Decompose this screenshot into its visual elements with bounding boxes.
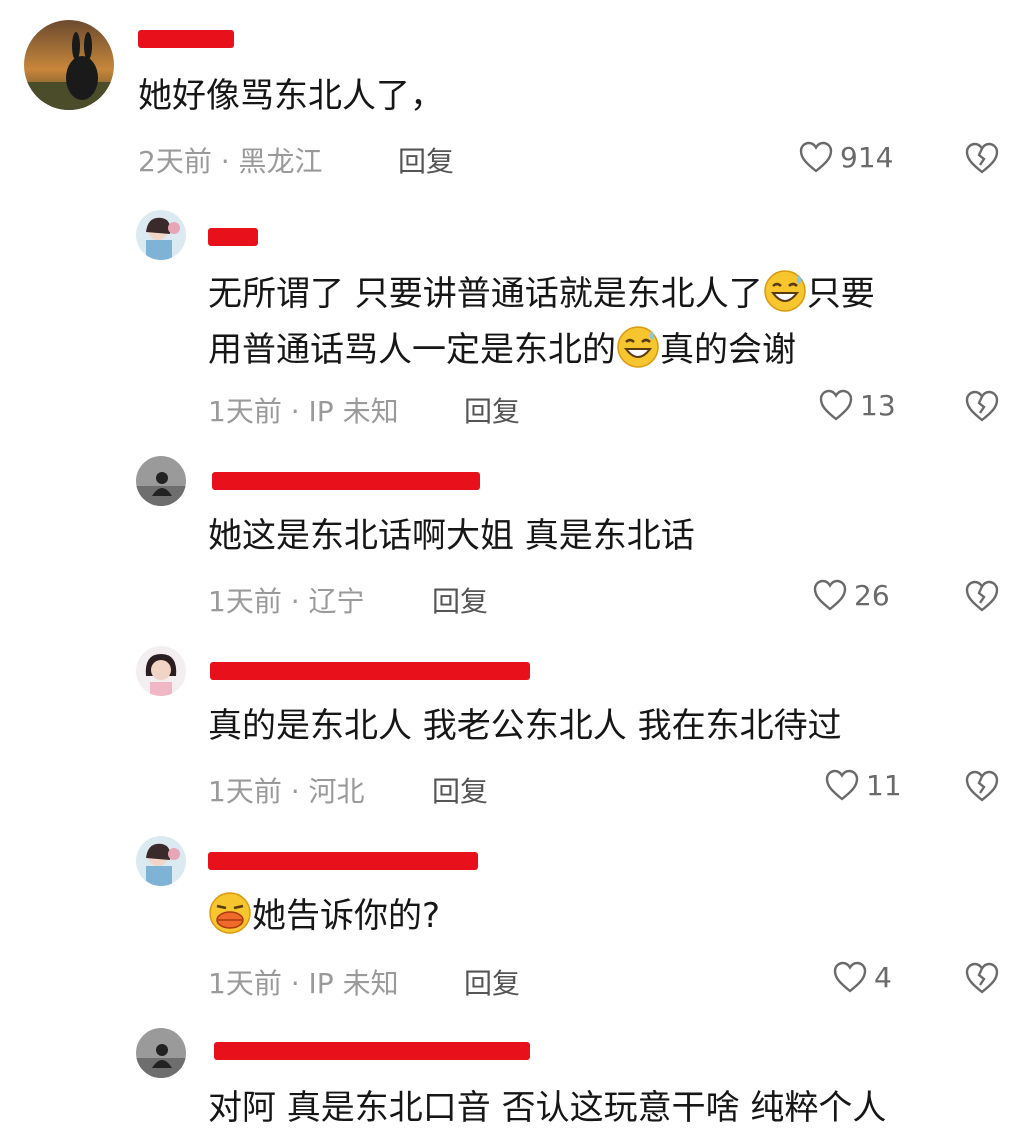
avatar[interactable] (136, 646, 186, 696)
heart-icon (832, 960, 868, 994)
like-count: 11 (866, 768, 902, 802)
comment-location: 辽宁 (308, 585, 365, 618)
reply-button[interactable]: 回复 (432, 580, 488, 620)
comment-content: 她告诉你的? (208, 888, 440, 944)
reply-button[interactable]: 回复 (398, 140, 454, 180)
username-redaction (208, 228, 258, 246)
heart-icon (812, 578, 848, 612)
like-count: 13 (860, 388, 896, 422)
comment-meta: 1天前 · IP 未知 (208, 390, 399, 430)
comment-meta: 1天前 · 辽宁 (208, 580, 365, 620)
content-line: 真的会谢 (660, 330, 796, 370)
comment-location: 河北 (308, 775, 365, 808)
avatar[interactable] (136, 456, 186, 506)
content-line: 只要 (806, 274, 875, 314)
comment-content: 无所谓了 只要讲普通话就是东北人了 只要 用普通话骂人一定是东北的 真的会谢 (208, 266, 875, 378)
heart-icon (824, 768, 860, 802)
like-button[interactable]: 11 (824, 768, 902, 802)
content-line: 她告诉你的? (252, 896, 441, 936)
avatar[interactable] (24, 20, 114, 110)
avatar[interactable] (136, 836, 186, 886)
like-button[interactable]: 26 (812, 578, 890, 612)
comment-meta: 1天前 · IP 未知 (208, 962, 399, 1002)
comment-time: 1天前 (208, 395, 282, 428)
username-redaction (214, 1042, 530, 1060)
like-button[interactable]: 13 (818, 388, 896, 422)
broken-heart-icon[interactable] (964, 389, 1000, 423)
comment-time: 1天前 (208, 775, 282, 808)
meta-separator: · (211, 145, 239, 178)
like-button[interactable]: 4 (832, 960, 892, 994)
broken-heart-icon[interactable] (964, 579, 1000, 613)
meta-separator: · (281, 585, 309, 618)
username-redaction (210, 662, 530, 680)
username-redaction (208, 852, 478, 870)
broken-heart-icon[interactable] (964, 141, 1000, 175)
comment-content: 对阿 真是东北口音 否认这玩意干啥 纯粹个人 (208, 1088, 887, 1128)
like-count: 914 (840, 140, 894, 174)
comment-time: 2天前 (138, 145, 212, 178)
username-redaction (212, 472, 480, 490)
comment-meta: 2天前 · 黑龙江 (138, 140, 323, 180)
meta-separator: · (281, 775, 309, 808)
comment-location: IP 未知 (308, 967, 399, 1000)
reply-button[interactable]: 回复 (464, 390, 520, 430)
comment-content: 她好像骂东北人了， (138, 76, 444, 116)
grinning-sweat-emoji-icon (763, 269, 807, 313)
comment-location: 黑龙江 (238, 145, 323, 178)
comment-time: 1天前 (208, 585, 282, 618)
comment-meta: 1天前 · 河北 (208, 770, 365, 810)
meta-separator: · (281, 967, 309, 1000)
like-button[interactable]: 914 (798, 140, 893, 174)
heart-icon (798, 140, 834, 174)
meta-separator: · (281, 395, 309, 428)
avatar[interactable] (136, 210, 186, 260)
comment-content: 真的是东北人 我老公东北人 我在东北待过 (208, 706, 842, 746)
comment-content: 她这是东北话啊大姐 真是东北话 (208, 516, 695, 556)
broken-heart-icon[interactable] (964, 961, 1000, 995)
like-count: 4 (874, 960, 892, 994)
content-line: 无所谓了 只要讲普通话就是东北人了 (208, 274, 763, 314)
heart-icon (818, 388, 854, 422)
comment-time: 1天前 (208, 967, 282, 1000)
reply-button[interactable]: 回复 (432, 770, 488, 810)
broken-heart-icon[interactable] (964, 769, 1000, 803)
username-redaction (138, 30, 234, 48)
content-line: 用普通话骂人一定是东北的 (208, 330, 616, 370)
like-count: 26 (854, 578, 890, 612)
reply-button[interactable]: 回复 (464, 962, 520, 1002)
duck-face-emoji-icon (208, 891, 252, 935)
avatar[interactable] (136, 1028, 186, 1078)
comment-location: IP 未知 (308, 395, 399, 428)
grinning-sweat-emoji-icon (616, 325, 660, 369)
